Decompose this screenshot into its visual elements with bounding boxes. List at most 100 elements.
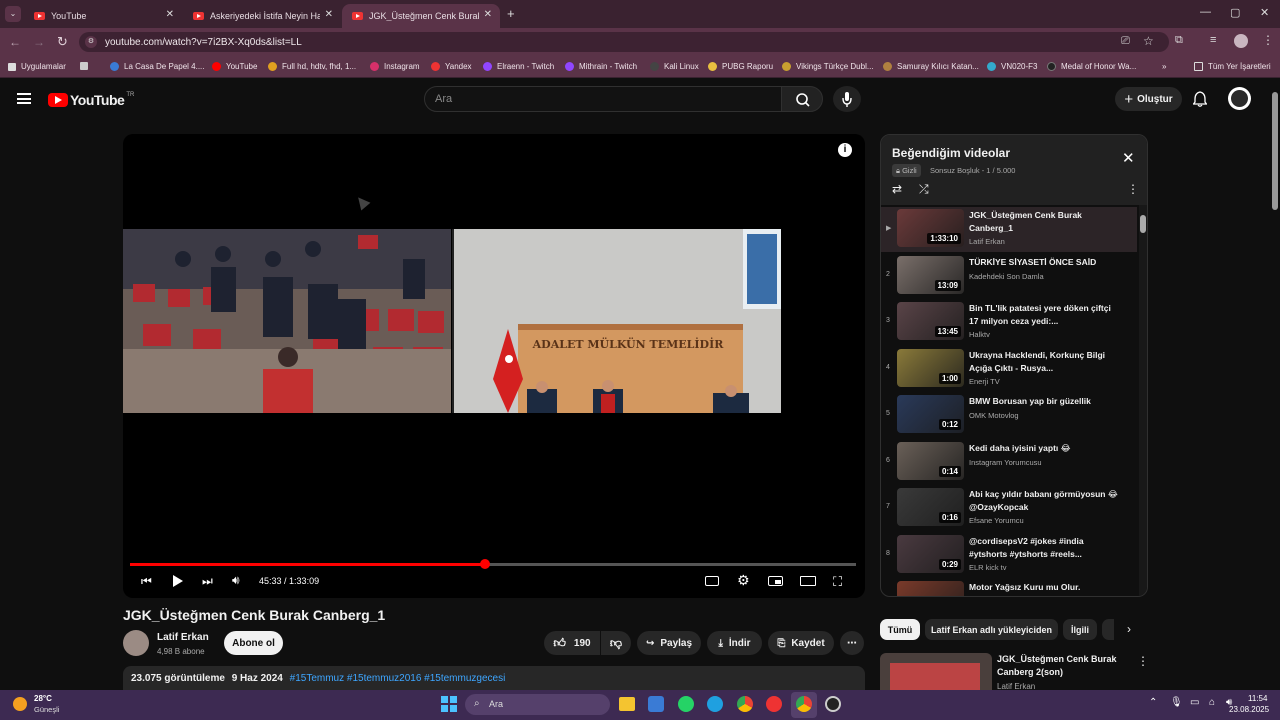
channel-name[interactable]: Latif Erkan [157, 632, 209, 643]
bookmark-5[interactable]: Yandex [431, 62, 472, 71]
playlist-item-thumbnail[interactable]: 0:29 [897, 534, 964, 573]
microphone-tray-icon[interactable]: 🎙︎ [1170, 697, 1183, 708]
all-bookmarks-folder[interactable]: Tüm Yer İşaretleri [1194, 62, 1271, 71]
reload-icon[interactable]: ↻ [57, 34, 68, 50]
restore-button[interactable]: ▢ [1230, 6, 1240, 19]
tray-chevron-icon[interactable]: ⌃ [1149, 697, 1157, 708]
scrubber-handle[interactable] [480, 559, 490, 569]
chip-related[interactable]: İlgili [1063, 619, 1097, 640]
chip-all[interactable]: Tümü [880, 619, 920, 640]
weather-icon[interactable] [13, 697, 27, 711]
playlist-menu-icon[interactable]: ⋮ [1127, 182, 1139, 196]
close-tab-icon[interactable]: ✕ [166, 9, 174, 20]
recommended-thumbnail[interactable] [880, 653, 992, 690]
minimize-button[interactable]: — [1200, 6, 1211, 18]
playlist-item-title[interactable]: Ukrayna Hacklendi, Korkunç Bilgi Açığa Ç… [969, 349, 1119, 375]
subscribe-button[interactable]: Abone ol [224, 631, 283, 655]
playlist-item[interactable]: 9 0:56 Motor Yağsız Kuru mu Olur. #recepiv… [881, 579, 1137, 596]
playlist-item[interactable]: ▶ 1:33:10 JGK_Üsteğmen Cenk Burak Canberg_… [881, 207, 1137, 252]
playlist-item[interactable]: 6 0:14 Kedi daha iyisini yaptı 😂 Instagram … [881, 440, 1137, 485]
bookmark-2[interactable]: YouTube [212, 62, 257, 71]
browser-tab-youtube[interactable]: YouTube ✕ [24, 4, 182, 28]
youtube-app-icon[interactable] [766, 696, 782, 712]
playlist-item-thumbnail[interactable]: 0:14 [897, 441, 964, 480]
playlist-title[interactable]: Beğendiğim videolar [892, 146, 1010, 160]
browser-menu-icon[interactable]: ⋮ [1262, 33, 1274, 47]
chip-uploader[interactable]: Latif Erkan adlı yükleyiciden [925, 619, 1058, 640]
chip-more[interactable] [1102, 619, 1114, 640]
close-tab-icon[interactable]: ✕ [325, 9, 333, 20]
notifications-bell-icon[interactable] [1192, 91, 1208, 107]
new-tab-button[interactable]: + [507, 6, 515, 21]
display-icon[interactable]: ▭ [1190, 697, 1199, 708]
profile-avatar[interactable] [1234, 34, 1248, 48]
playlist-item-title[interactable]: Abi kaç yıldır babanı görmüyosun 😂 @Ozay… [969, 488, 1119, 514]
close-window-button[interactable]: ✕ [1260, 6, 1269, 19]
bookmark-11[interactable]: Samuray Kılıcı Katan... [883, 62, 979, 71]
playlist-item[interactable]: 4 1:00 Ukrayna Hacklendi, Korkunç Bilgi Aç… [881, 347, 1137, 392]
bookmark-12[interactable]: VN020-F3 [987, 62, 1037, 71]
playlist-item[interactable]: 2 13:09 TÜRKİYE SİYASETİ ÖNCE SAİD Kadehdek… [881, 254, 1137, 299]
close-playlist-icon[interactable]: ✕ [1122, 149, 1135, 167]
close-tab-icon[interactable]: ✕ [484, 9, 492, 20]
playlist-item[interactable]: 5 0:12 BMW Borusan yap bir güzellik OMK Mot… [881, 393, 1137, 438]
info-icon[interactable]: i [838, 143, 852, 157]
hashtags[interactable]: #15Temmuz #15temmuz2016 #15temmuzgecesi [290, 673, 506, 684]
shuffle-icon[interactable]: ⤮ [919, 182, 929, 197]
bookmark-8[interactable]: Kali Linux [650, 62, 699, 71]
bookmark-13[interactable]: Medal of Honor Wa... [1047, 62, 1136, 71]
bookmark-1[interactable]: La Casa De Papel 4.... [110, 62, 205, 71]
account-avatar[interactable] [1228, 87, 1251, 110]
more-bookmarks-icon[interactable]: » [1162, 62, 1166, 71]
network-icon[interactable]: ⌂ [1209, 697, 1215, 708]
playlist-item-thumbnail[interactable]: 0:56 [897, 581, 964, 596]
playlist-item-title[interactable]: Bin TL'lik patatesi yere döken çiftçi 17… [969, 302, 1119, 328]
create-button[interactable]: + Oluştur [1115, 87, 1182, 111]
bookmark-4[interactable]: Instagram [370, 62, 420, 71]
install-app-icon[interactable]: ⎚ [1121, 35, 1130, 48]
loop-icon[interactable]: ⇄ [892, 182, 902, 196]
clock-date[interactable]: 23.08.2025 [1229, 705, 1269, 714]
clock-time[interactable]: 11:54 [1248, 694, 1267, 703]
playlist-item[interactable]: 8 0:29 @cordisepsV2 #jokes #india #ytshort… [881, 533, 1137, 578]
playlist-item-title[interactable]: Motor Yağsız Kuru mu Olur. #recepivedik [969, 581, 1119, 596]
playlist-scrollbar[interactable] [1139, 205, 1147, 596]
playlist-item-title[interactable]: Kedi daha iyisini yaptı 😂 [969, 442, 1119, 455]
file-explorer-icon[interactable] [619, 697, 635, 711]
store-icon[interactable] [648, 696, 664, 712]
bookmark-star-icon[interactable]: ☆ [1143, 34, 1154, 48]
bookmark-10[interactable]: Vikings Türkçe Dubl... [782, 62, 874, 71]
recommended-title[interactable]: JGK_Üsteğmen Cenk Burak Canberg 2(son) [997, 653, 1127, 679]
playlist-item-title[interactable]: TÜRKİYE SİYASETİ ÖNCE SAİD [969, 256, 1119, 269]
previous-icon[interactable]: ⏮ [141, 574, 152, 589]
bookmark-3[interactable]: Full hd, hdtv, fhd, 1... [268, 62, 356, 71]
site-info-icon[interactable]: ⚙ [85, 36, 97, 48]
playlist-item-thumbnail[interactable]: 0:16 [897, 488, 964, 526]
whatsapp-icon[interactable] [678, 696, 694, 712]
chips-next-icon[interactable]: › [1127, 622, 1131, 636]
bookmark-9[interactable]: PUBG Raporu [708, 62, 773, 71]
playlist-item-thumbnail[interactable]: 1:00 [897, 348, 964, 387]
settings-gear-icon[interactable]: ⚙ [737, 572, 750, 589]
voice-search-button[interactable] [833, 86, 861, 112]
like-button[interactable]: 👍︎ 190 [544, 631, 600, 655]
playlist-item-title[interactable]: @cordisepsV2 #jokes #india #ytshorts #yt… [969, 535, 1119, 561]
playlist-item[interactable]: 7 0:16 Abi kaç yıldır babanı görmüyosun 😂 … [881, 486, 1137, 531]
playlist-item-title[interactable]: BMW Borusan yap bir güzellik [969, 395, 1119, 408]
hamburger-menu-icon[interactable] [17, 93, 31, 104]
theater-mode-icon[interactable] [800, 576, 816, 586]
playlist-item-thumbnail[interactable]: 1:33:10 [897, 209, 964, 247]
miniplayer-icon[interactable] [768, 576, 783, 586]
browser-tab-current[interactable]: JGK_Üsteğmen Cenk Burak Canl ✕ [342, 4, 500, 28]
search-input[interactable]: Ara [424, 86, 782, 112]
edge-icon[interactable] [707, 696, 723, 712]
playlist-item-thumbnail[interactable]: 13:45 [897, 302, 964, 340]
save-button[interactable]: ⎘ Kaydet [768, 631, 834, 655]
page-scrollbar[interactable] [1271, 80, 1279, 690]
description-box[interactable]: 23.075 görüntüleme 9 Haz 2024 #15Temmuz … [123, 666, 865, 690]
youtube-logo[interactable]: YouTube TR [48, 92, 134, 108]
back-icon[interactable]: ← [9, 35, 21, 49]
extensions-icon[interactable]: ⧉ [1175, 34, 1183, 47]
reading-list-icon[interactable]: ≡ [1210, 34, 1216, 46]
playlist-item[interactable]: 3 13:45 Bin TL'lik patatesi yere döken çif… [881, 300, 1137, 345]
